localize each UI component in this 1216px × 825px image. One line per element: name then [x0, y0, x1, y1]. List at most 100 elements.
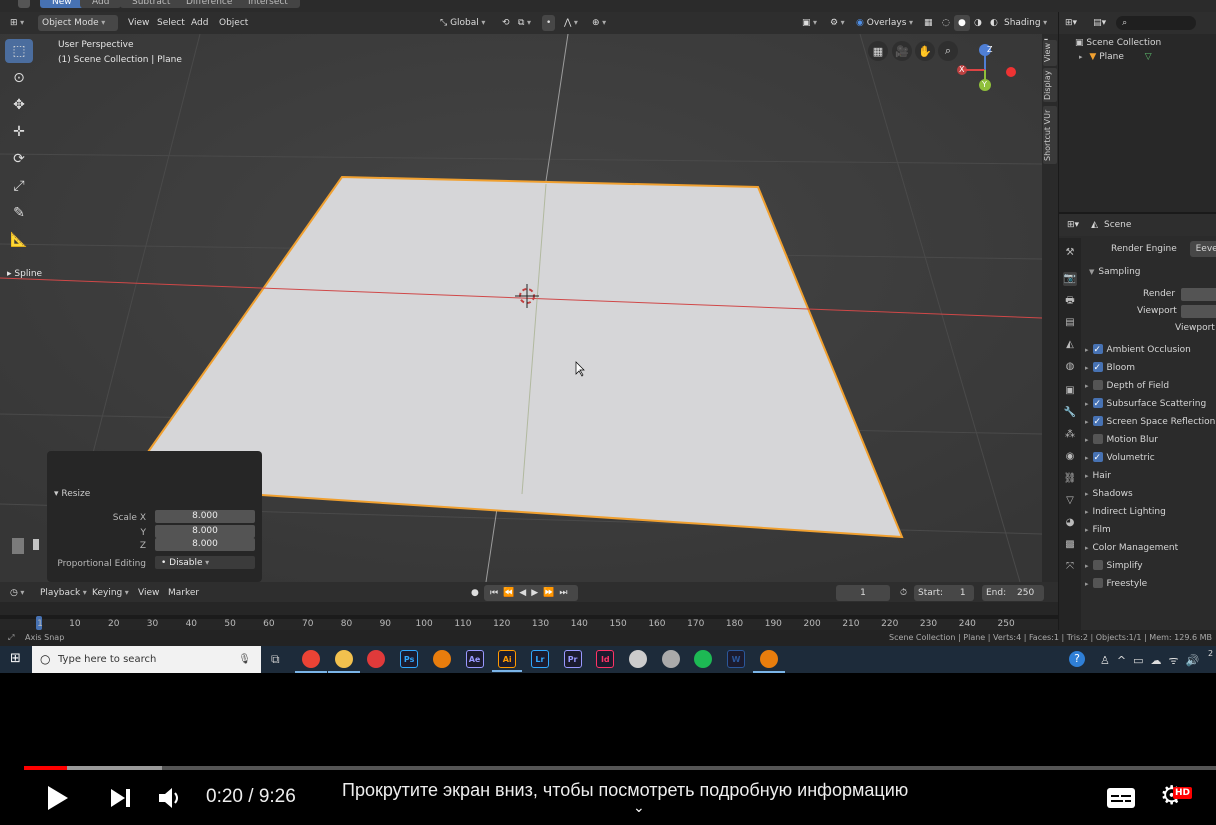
rotate-tool-icon[interactable]: ⟳	[5, 147, 33, 171]
help-icon[interactable]: ?	[1069, 651, 1085, 667]
expand-arrow-icon[interactable]: ▸	[1085, 454, 1089, 462]
cursor-tool-icon[interactable]: ⊙	[5, 66, 33, 90]
properties-panel-row[interactable]: ▸ Hair	[1085, 468, 1111, 484]
menu-select[interactable]: Select	[153, 15, 189, 31]
zoom-icon[interactable]: ⌕	[938, 41, 958, 61]
taskbar-app-icon[interactable]	[295, 650, 327, 673]
clock-icon[interactable]: 2	[1208, 649, 1213, 658]
menu-keying[interactable]: Keying	[88, 585, 133, 601]
playback-controls[interactable]: ⏮⏪◀▶⏩⏭	[484, 585, 579, 601]
expand-arrow-icon[interactable]: ▸	[1085, 382, 1089, 390]
transform-tool-icon[interactable]: ✛	[5, 120, 33, 144]
menu-timeline-view[interactable]: View	[134, 585, 163, 601]
expand-arrow-icon[interactable]: ▸	[1085, 472, 1089, 480]
object-tab-icon[interactable]: ▣	[1063, 384, 1077, 398]
timeline-ruler[interactable]: 1 10 20 30 40 50 60 70 80 90 100 110 120 130 140 150 160…	[0, 602, 1058, 632]
snap-icon[interactable]: ⧉	[514, 15, 535, 31]
object-mode-dropdown[interactable]: Object Mode	[38, 15, 118, 31]
constraints-tab-icon[interactable]: ⛓	[1063, 472, 1077, 486]
taskbar-app-icon[interactable]	[432, 650, 451, 668]
properties-panel-row[interactable]: ▸ Screen Space Reflection	[1085, 414, 1215, 430]
material-shading-icon[interactable]: ◑	[970, 15, 986, 31]
pan-hand-icon[interactable]: ✋	[915, 41, 935, 61]
spline-panel-label[interactable]: ▸ Spline	[7, 269, 42, 279]
expand-arrow-icon[interactable]: ▸	[1085, 562, 1089, 570]
expand-arrow-icon[interactable]: ▸	[1085, 526, 1089, 534]
taskbar-app-icon[interactable]: W	[727, 650, 746, 668]
transform-orientation-dropdown[interactable]: ⤡ Global	[436, 15, 489, 31]
menu-playback[interactable]: Playback	[36, 585, 91, 601]
properties-editor-icon[interactable]: ⊞▾	[1067, 220, 1079, 230]
expand-arrow-icon[interactable]: ▸	[1085, 418, 1089, 426]
properties-panel-row[interactable]: ▸ Freestyle	[1085, 576, 1147, 592]
properties-panel-row[interactable]: ▸ Color Management	[1085, 540, 1178, 556]
expand-arrow-icon[interactable]: ▸	[1085, 346, 1089, 354]
editor-type-icon[interactable]: ⊞	[6, 15, 28, 31]
solid-shading-icon[interactable]: ●	[954, 15, 970, 31]
volume-icon[interactable]	[158, 786, 184, 810]
pivot-icon[interactable]: ⟲	[498, 15, 514, 31]
move-tool-icon[interactable]: ✥	[5, 93, 33, 117]
measure-tool-icon[interactable]: 📐	[5, 228, 33, 252]
redo-panel-title[interactable]: ▾ Resize	[54, 489, 90, 499]
expand-arrow-icon[interactable]: ▸	[1085, 490, 1089, 498]
modifier-tab-icon[interactable]: 🔧	[1063, 406, 1077, 420]
properties-panel-row[interactable]: ▸ Motion Blur	[1085, 432, 1158, 448]
expand-arrow-icon[interactable]: ▸	[1085, 544, 1089, 552]
sampling-panel[interactable]: ▼ Sampling	[1089, 264, 1141, 280]
output-tab-icon[interactable]: 🖶	[1063, 294, 1077, 308]
taskbar-search-input[interactable]: ○ Type here to search 🎙	[32, 646, 261, 673]
record-icon[interactable]: ●	[467, 585, 483, 601]
select-box-icon[interactable]: ⬚	[5, 39, 33, 63]
taskbar-app-icon[interactable]: Id	[596, 650, 615, 668]
expand-arrow-icon[interactable]: ▸	[1079, 53, 1083, 61]
taskbar-app-icon[interactable]	[629, 650, 647, 668]
menu-marker[interactable]: Marker	[164, 585, 203, 601]
subtitles-icon[interactable]	[1106, 787, 1136, 809]
scale-z-field[interactable]: 8.000	[155, 538, 255, 551]
data-tab-icon[interactable]: ▽	[1063, 494, 1077, 508]
expand-arrow-icon[interactable]: ▸	[1085, 364, 1089, 372]
taskbar-app-icon[interactable]	[367, 650, 386, 668]
render-tab-icon[interactable]: 📷	[1063, 272, 1077, 286]
viewport-samples-field[interactable]	[1181, 305, 1216, 318]
select-tool-icon[interactable]	[18, 0, 30, 8]
intersect-button[interactable]: Intersect	[236, 0, 300, 8]
panel-enable-checkbox[interactable]	[1092, 379, 1103, 390]
taskbar-app-icon[interactable]: Ae	[465, 650, 484, 668]
properties-panel-row[interactable]: ▸ Indirect Lighting	[1085, 504, 1166, 520]
taskbar-app-icon[interactable]: Ai	[492, 650, 523, 672]
render-samples-field[interactable]	[1181, 288, 1216, 301]
panel-enable-checkbox[interactable]	[1092, 450, 1103, 466]
material-tab-icon[interactable]: ◕	[1063, 516, 1077, 530]
texture-tab-icon[interactable]: ▩	[1063, 538, 1077, 552]
grid-view-icon[interactable]: ▦	[868, 41, 888, 61]
scale-y-field[interactable]: 8.000	[155, 525, 255, 538]
wireframe-shading-icon[interactable]: ◌	[938, 15, 954, 31]
outliner-search-icon[interactable]: ⌕	[1116, 16, 1197, 30]
visibility-icon[interactable]: ▣	[798, 15, 821, 31]
new-button[interactable]: New	[40, 0, 84, 8]
properties-panel-row[interactable]: ▸ Bloom	[1085, 360, 1135, 376]
physics-tab-icon[interactable]: ◉	[1063, 450, 1077, 464]
panel-enable-checkbox[interactable]	[1092, 396, 1103, 412]
play-icon[interactable]	[46, 785, 70, 811]
start-frame-field[interactable]: Start: 1	[914, 585, 974, 601]
scale-tool-icon[interactable]: ⤢	[5, 174, 33, 198]
viewport-gizmo-toggle[interactable]: ⚙	[826, 15, 849, 31]
end-frame-field[interactable]: End: 250	[982, 585, 1044, 601]
tab-display[interactable]: Display	[1043, 68, 1057, 102]
scene-tab-icon[interactable]: ◭	[1063, 338, 1077, 352]
taskbar-app-icon[interactable]	[661, 650, 680, 668]
annotate-tool-icon[interactable]: ✎	[5, 201, 33, 225]
timeline-editor-icon[interactable]: ◷	[6, 585, 28, 601]
task-view-icon[interactable]: ⧉	[271, 652, 280, 667]
menu-add[interactable]: Add	[187, 15, 212, 31]
proportional-editing-dropdown[interactable]: • Disable	[155, 556, 255, 569]
preview-range-icon[interactable]: ⏱	[896, 585, 911, 601]
panel-enable-checkbox[interactable]	[1092, 360, 1103, 376]
properties-panel-row[interactable]: ▸ Film	[1085, 522, 1111, 538]
camera-icon[interactable]: 🎥	[892, 41, 912, 61]
system-tray-icons[interactable]: ♙^▭☁ᯤ🔊	[1100, 653, 1206, 668]
view-layer-tab-icon[interactable]: ▤	[1063, 316, 1077, 330]
